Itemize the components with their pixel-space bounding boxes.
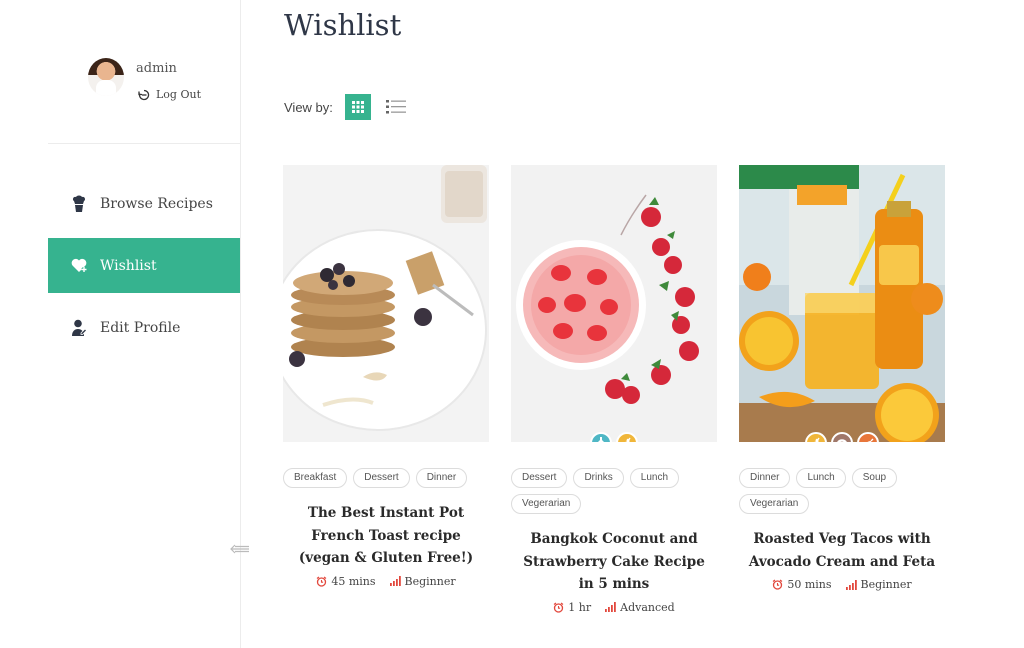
tag[interactable]: Lunch	[796, 468, 846, 488]
logout-icon	[138, 89, 150, 100]
signal-bars-icon	[389, 576, 401, 586]
signal-bars-icon	[845, 579, 857, 590]
alarm-clock-icon	[772, 579, 783, 590]
logout-label: Log Out	[156, 88, 201, 101]
username: admin	[136, 61, 177, 76]
recipe-title[interactable]: Bangkok Coconut and Strawberry Cake Reci…	[511, 528, 717, 596]
page-title: Wishlist	[284, 8, 402, 42]
diet-badges	[739, 432, 945, 442]
pepper-icon	[857, 432, 879, 442]
tag-list: Dinner Lunch Soup Vegerarian	[739, 442, 945, 514]
recipe-title[interactable]: Roasted Veg Tacos with Avocado Cream and…	[739, 528, 945, 573]
list-icon	[385, 100, 406, 114]
sidebar-item-browse-recipes[interactable]: Browse Recipes	[48, 176, 240, 231]
logout-link[interactable]: Log Out	[138, 88, 201, 101]
sidebar-divider	[48, 143, 240, 144]
orange-juice-photo	[739, 165, 945, 442]
view-by-label: View by:	[284, 99, 333, 115]
tag-list: Breakfast Dessert Dinner	[283, 442, 489, 488]
recipe-level: Beginner	[404, 574, 456, 588]
recipe-card[interactable]: Dessert Drinks Lunch Vegerarian Bangkok …	[511, 165, 717, 614]
recipe-image[interactable]	[283, 165, 489, 442]
signal-bars-icon	[605, 602, 616, 612]
sidebar: admin Log Out Browse Recipes Wishlist Ed…	[0, 0, 249, 648]
sidebar-item-label: Edit Profile	[100, 319, 181, 336]
tag[interactable]: Vegerarian	[739, 494, 810, 514]
avatar[interactable]	[88, 58, 124, 96]
recipe-card[interactable]: Dinner Lunch Soup Vegerarian Roasted Veg…	[739, 165, 945, 591]
recipe-level: Beginner	[860, 578, 912, 591]
recipe-card[interactable]: Breakfast Dessert Dinner The Best Instan…	[283, 165, 489, 588]
view-by-control: View by:	[284, 94, 409, 120]
bottle-icon	[590, 432, 612, 442]
sidebar-item-label: Wishlist	[100, 257, 157, 274]
tag-list: Dessert Drinks Lunch Vegerarian	[511, 442, 717, 514]
recipe-level: Advanced	[620, 600, 675, 614]
pancakes-photo	[283, 165, 489, 442]
sidebar-item-label: Browse Recipes	[100, 195, 213, 212]
wheat-icon	[805, 432, 827, 442]
collapse-sidebar-icon[interactable]	[229, 541, 251, 557]
list-view-button[interactable]	[383, 94, 409, 120]
tag[interactable]: Dessert	[353, 468, 410, 488]
tag[interactable]: Drinks	[573, 468, 624, 488]
tag[interactable]: Dinner	[739, 468, 791, 488]
recipe-time: 50 mins	[787, 578, 832, 591]
recipe-image[interactable]	[739, 165, 945, 442]
grid-icon	[351, 101, 364, 113]
recipe-time: 1 hr	[568, 600, 592, 614]
user-panel: admin Log Out	[88, 58, 238, 108]
user-icon	[70, 319, 88, 337]
recipe-image[interactable]	[511, 165, 717, 442]
wheat-icon	[616, 432, 638, 442]
tag[interactable]: Breakfast	[283, 468, 348, 488]
sidebar-item-wishlist[interactable]: Wishlist	[48, 238, 240, 293]
tag[interactable]: Dessert	[511, 468, 568, 488]
recipe-meta: 45 mins Beginner	[283, 575, 489, 588]
grid-view-button[interactable]	[344, 94, 371, 120]
alarm-clock-icon	[316, 576, 327, 587]
recipe-time: 45 mins	[331, 574, 376, 588]
recipe-meta: 1 hr Advanced	[511, 601, 717, 614]
heart-icon	[70, 257, 88, 275]
tag[interactable]: Soup	[851, 468, 898, 488]
meat-icon	[831, 432, 853, 442]
alarm-clock-icon	[553, 602, 564, 613]
chef-icon	[70, 195, 88, 213]
recipe-meta: 50 mins Beginner	[739, 578, 945, 591]
tag[interactable]: Vegerarian	[511, 494, 582, 514]
tag[interactable]: Lunch	[629, 468, 680, 488]
diet-badges	[511, 432, 717, 442]
sidebar-item-edit-profile[interactable]: Edit Profile	[48, 300, 240, 355]
strawberry-cake-photo	[511, 165, 717, 442]
tag[interactable]: Dinner	[415, 468, 468, 488]
recipe-title[interactable]: The Best Instant Pot French Toast recipe…	[283, 502, 489, 570]
